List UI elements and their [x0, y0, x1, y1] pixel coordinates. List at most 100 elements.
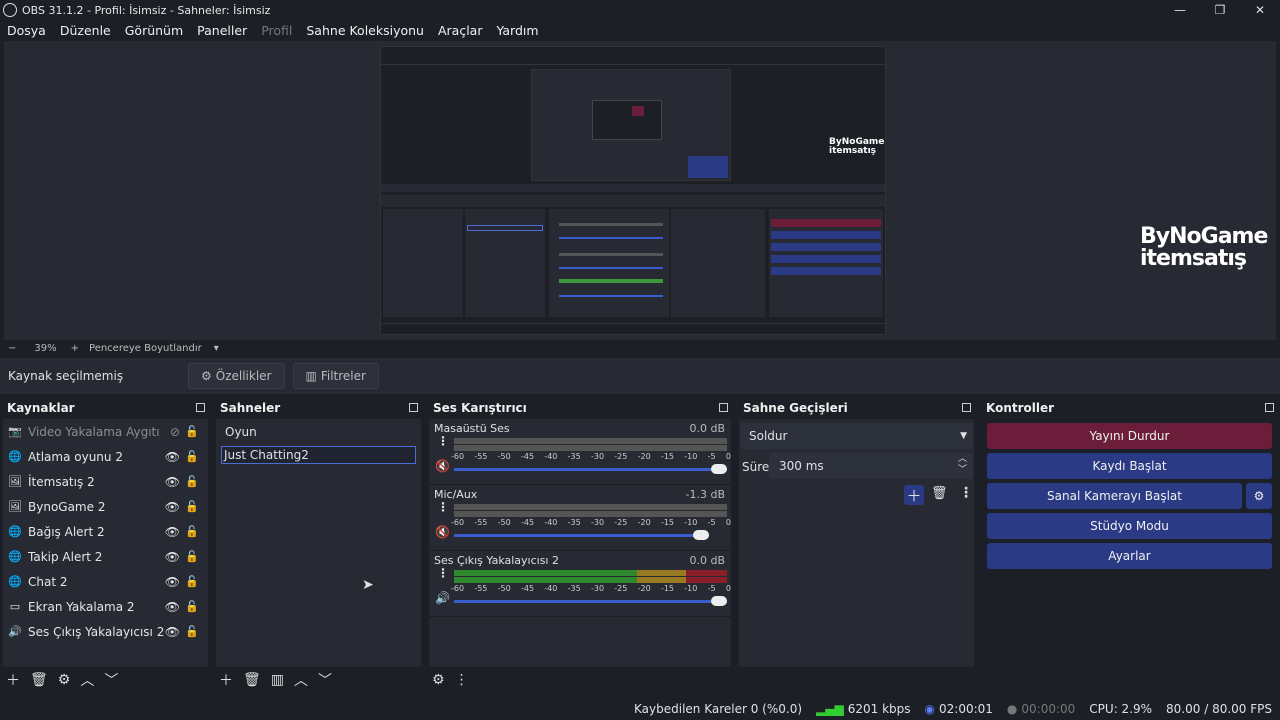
level-meter [454, 577, 727, 583]
undock-icon[interactable] [962, 403, 971, 412]
lock-icon[interactable]: 🔓 [185, 450, 199, 463]
preview-canvas[interactable]: ByNoGame itemsatış [380, 46, 886, 335]
title-bar: OBS 31.1.2 - Profil: İsimsiz - Sahneler:… [0, 0, 1280, 20]
camera-icon: 📷 [8, 425, 22, 438]
level-meter [454, 504, 727, 510]
source-item[interactable]: 📷 Video Yakalama Aygıtı ⊘ 🔓 [3, 419, 208, 444]
add-transition-button[interactable]: ＋ [904, 485, 924, 505]
studio-mode-button[interactable]: Stüdyo Modu [987, 513, 1272, 539]
muted-speaker-icon[interactable]: 🔇 [435, 525, 450, 539]
status-bar: Kaybedilen Kareler 0 (%0.0) ▂▄▆ 6201 kbps… [0, 697, 1280, 720]
undock-icon[interactable] [1265, 403, 1274, 412]
zoom-in-button[interactable]: + [71, 343, 79, 354]
scene-up-button[interactable]: ︿ [294, 670, 308, 690]
move-up-button[interactable]: ︿ [80, 670, 94, 690]
spin-arrows-icon[interactable]: ︿ ﹀ [958, 454, 967, 476]
source-item[interactable]: 🖼 İtemsatış 2 👁 🔓 [3, 469, 208, 494]
eye-icon[interactable]: 👁 [165, 575, 180, 589]
eye-icon[interactable]: 👁 [165, 475, 180, 489]
scene-down-button[interactable]: ﹀ [318, 670, 332, 690]
remove-transition-button[interactable]: 🗑 [931, 486, 948, 501]
start-virtual-camera-button[interactable]: Sanal Kamerayı Başlat [987, 483, 1242, 509]
kebab-menu-icon[interactable]: ⋮ [437, 500, 449, 514]
chevron-down-icon[interactable]: ▾ [214, 343, 219, 354]
kebab-menu-icon[interactable]: ⋮ [437, 566, 449, 580]
zoom-out-button[interactable]: − [8, 343, 16, 354]
remove-source-button[interactable]: 🗑 [30, 672, 48, 688]
undock-icon[interactable] [719, 403, 728, 412]
source-toolbar: Kaynak seçilmemiş ⚙ Özellikler ▥ Filtreler [0, 358, 1280, 394]
eye-icon[interactable]: 👁 [165, 625, 180, 639]
scene-filters-button[interactable]: ▥ [271, 672, 284, 688]
mixer-menu-icon[interactable]: ⋮ [455, 672, 469, 688]
preview-brand-logo-small: ByNoGame itemsatış [829, 137, 885, 156]
transitions-title: Sahne Geçişleri [743, 401, 848, 415]
eye-icon[interactable]: 👁 [165, 550, 180, 564]
preview-area[interactable]: ByNoGame itemsatış ByNoGame itemsatış [4, 41, 1276, 340]
source-item[interactable]: 🌐 Chat 2 👁 🔓 [3, 569, 208, 594]
source-item[interactable]: 🌐 Takip Alert 2 👁 🔓 [3, 544, 208, 569]
minimize-button[interactable]: — [1160, 0, 1200, 20]
stop-stream-button[interactable]: Yayını Durdur [987, 423, 1272, 449]
settings-button[interactable]: Ayarlar [987, 543, 1272, 569]
menu-yardim[interactable]: Yardım [496, 23, 538, 38]
scene-item-selected[interactable]: Just Chatting2 [221, 446, 416, 464]
remove-scene-button[interactable]: 🗑 [243, 672, 261, 688]
volume-slider[interactable] [454, 464, 727, 474]
speaker-icon[interactable]: 🔊 [435, 591, 450, 605]
filters-button[interactable]: ▥ Filtreler [292, 363, 379, 389]
lock-icon[interactable]: 🔓 [185, 575, 199, 588]
undock-icon[interactable] [409, 403, 418, 412]
properties-button[interactable]: ⚙ Özellikler [188, 363, 285, 389]
menu-profil[interactable]: Profil [261, 23, 292, 38]
gear-icon: ⚙ [201, 369, 212, 383]
eye-icon[interactable]: 👁 [165, 450, 180, 464]
lock-icon[interactable]: 🔓 [185, 475, 199, 488]
virtual-camera-settings-button[interactable]: ⚙ [1246, 483, 1272, 509]
menu-araclar[interactable]: Araçlar [438, 23, 483, 38]
move-down-button[interactable]: ﹀ [104, 670, 118, 690]
lock-icon[interactable]: 🔓 [185, 425, 199, 438]
menu-dosya[interactable]: Dosya [7, 23, 46, 38]
add-source-button[interactable]: ＋ [6, 670, 20, 690]
kebab-menu-icon[interactable]: ⋮ [437, 434, 449, 448]
volume-slider[interactable] [454, 530, 709, 540]
advanced-audio-icon[interactable]: ⚙ [432, 672, 445, 688]
eye-icon[interactable]: 👁 [165, 525, 180, 539]
lock-icon[interactable]: 🔓 [185, 525, 199, 538]
record-icon: ● [1006, 701, 1018, 716]
lock-icon[interactable]: 🔓 [185, 500, 199, 513]
source-item[interactable]: 🖼 BynoGame 2 👁 🔓 [3, 494, 208, 519]
mixer-channel: Ses Çıkış Yakalayıcısı 2 0.0 dB ⋮ -60 -55… [429, 551, 731, 617]
menu-duzenle[interactable]: Düzenle [60, 23, 111, 38]
scene-item[interactable]: Oyun [216, 419, 421, 444]
add-scene-button[interactable]: ＋ [219, 670, 233, 690]
source-item[interactable]: 🌐 Bağış Alert 2 👁 🔓 [3, 519, 208, 544]
source-item[interactable]: 🔊 Ses Çıkış Yakalayıcısı 2 👁 🔓 [3, 619, 208, 644]
undock-icon[interactable] [196, 403, 205, 412]
transitions-body: Soldur ▼ Süre 300 ms ︿ ﹀ ＋ 🗑 ⋮ [739, 419, 974, 667]
source-settings-button[interactable]: ⚙ [58, 672, 71, 688]
menu-bar: Dosya Düzenle Görünüm Paneller Profil Sa… [0, 20, 1280, 41]
transition-select[interactable]: Soldur ▼ [741, 423, 973, 449]
lock-icon[interactable]: 🔓 [185, 550, 199, 563]
source-item[interactable]: ▭ Ekran Yakalama 2 👁 🔓 [3, 594, 208, 619]
source-item[interactable]: 🌐 Atlama oyunu 2 👁 🔓 [3, 444, 208, 469]
eye-icon[interactable]: 👁 [165, 500, 180, 514]
muted-speaker-icon[interactable]: 🔇 [435, 459, 450, 473]
duration-spinbox[interactable]: 300 ms ︿ ﹀ [769, 453, 973, 479]
menu-sahne-koleksiyonu[interactable]: Sahne Koleksiyonu [306, 23, 424, 38]
close-button[interactable]: ✕ [1240, 0, 1280, 20]
lock-icon[interactable]: 🔓 [185, 625, 199, 638]
menu-gorunum[interactable]: Görünüm [125, 23, 183, 38]
lock-icon[interactable]: 🔓 [185, 600, 199, 613]
filter-icon: ▥ [305, 369, 317, 383]
eye-hidden-icon[interactable]: ⊘ [170, 425, 180, 439]
menu-paneller[interactable]: Paneller [197, 23, 247, 38]
volume-slider[interactable] [454, 596, 727, 606]
fit-to-window-select[interactable]: Pencereye Boyutlandır [89, 343, 202, 354]
maximize-button[interactable]: ❐ [1200, 0, 1240, 20]
eye-icon[interactable]: 👁 [165, 600, 180, 614]
transition-menu-icon[interactable]: ⋮ [959, 485, 973, 501]
start-record-button[interactable]: Kaydı Başlat [987, 453, 1272, 479]
